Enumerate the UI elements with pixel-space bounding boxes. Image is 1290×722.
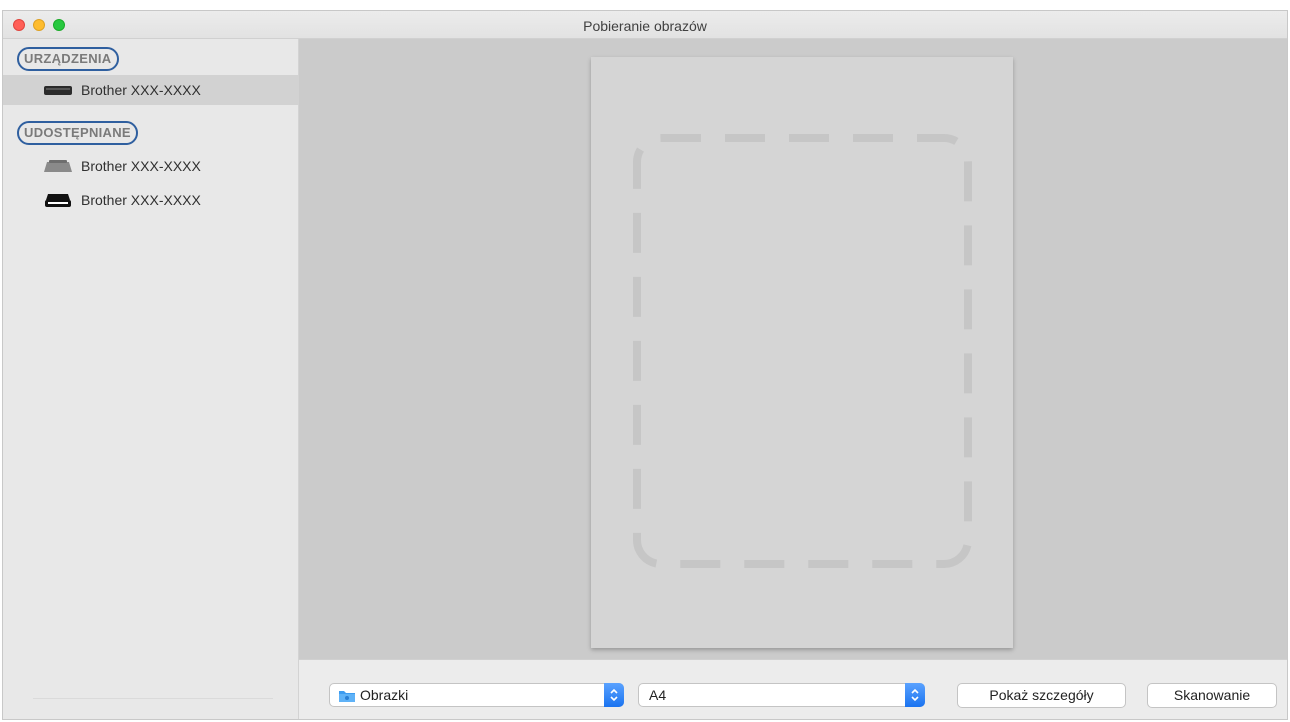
window-title: Pobieranie obrazów [583,18,707,34]
scanner-icon [43,82,73,98]
sidebar-item-shared-2[interactable]: Brother XXX-XXXX [3,185,299,215]
scan-preview-area [299,39,1287,659]
shared-scanner-icon [43,158,73,174]
destination-stepper[interactable] [604,683,624,707]
destination-popup[interactable]: Obrazki [329,683,624,707]
sidebar-item-label: Brother XXX-XXXX [81,192,201,208]
sidebar-item-shared-1[interactable]: Brother XXX-XXXX [3,151,299,181]
sidebar-item-label: Brother XXX-XXXX [81,82,201,98]
device-sidebar: URZĄDZENIA Brother XXX-XXXX UDOSTĘPNIANE… [3,39,299,719]
destination-value: Obrazki [360,687,409,703]
scan-button[interactable]: Skanowanie [1147,683,1277,708]
printer-icon [43,192,73,208]
bottom-toolbar: Obrazki A4 Pokaż szczegóły Skanowanie [299,659,1287,719]
up-down-arrows-icon [610,688,618,702]
scan-preview-page[interactable] [591,57,1013,648]
sidebar-item-label: Brother XXX-XXXX [81,158,201,174]
paper-size-stepper[interactable] [905,683,925,707]
title-bar[interactable]: Pobieranie obrazów [3,11,1287,39]
paper-size-value: A4 [649,687,667,703]
scan-placeholder-frame [633,134,972,568]
section-header-devices: URZĄDZENIA [17,47,119,71]
sidebar-divider [33,698,273,699]
show-details-button[interactable]: Pokaż szczegóły [957,683,1126,708]
sidebar-item-device[interactable]: Brother XXX-XXXX [3,75,299,105]
section-header-shared: UDOSTĘPNIANE [17,121,138,145]
paper-size-popup[interactable]: A4 [638,683,925,707]
up-down-arrows-icon [911,688,919,702]
folder-icon [338,688,356,708]
image-capture-window: Pobieranie obrazów URZĄDZENIA Brother XX… [2,10,1288,720]
